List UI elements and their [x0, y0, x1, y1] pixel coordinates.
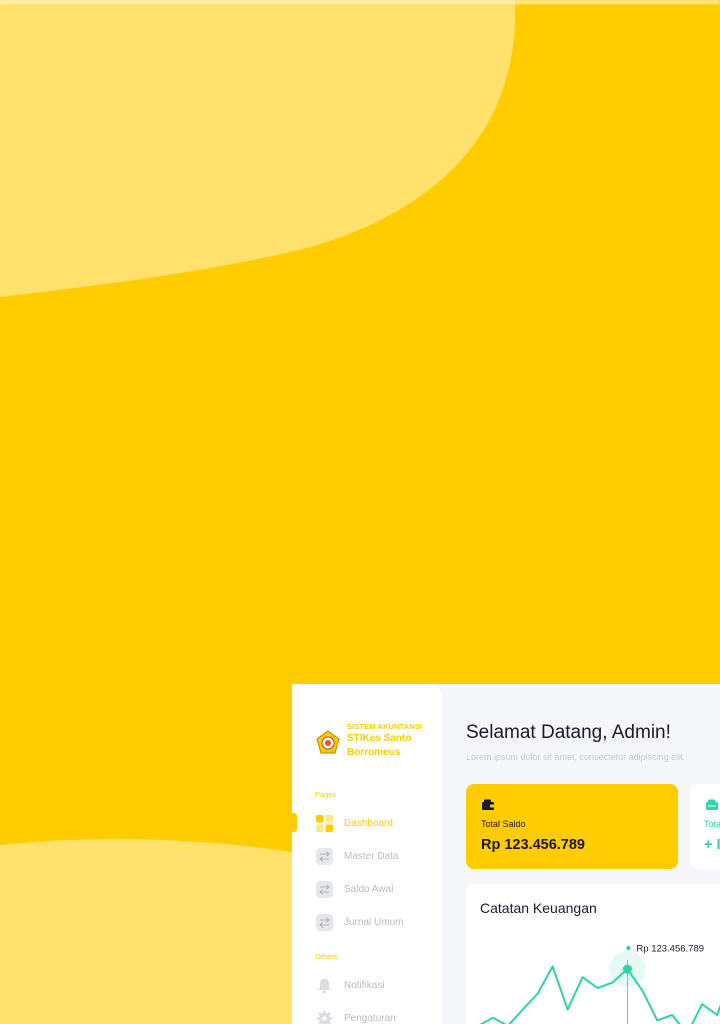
card-value: + I: [704, 837, 720, 853]
card-label: Tota: [704, 819, 720, 829]
sidebar-item-label: Pengaturan: [344, 1012, 396, 1024]
sidebar-item-label: Notifikasi: [344, 979, 385, 991]
card-label: Total Saldo: [481, 819, 526, 829]
cash-icon: [706, 799, 718, 810]
brand-subtitle: SISTEM AKUNTANSI: [347, 722, 422, 731]
brand-name: STIKes Santo Borromeus: [347, 733, 412, 758]
section-label-pages: Pages: [315, 790, 337, 799]
sidebar: SISTEM AKUNTANSI STIKes Santo Borromeus …: [292, 684, 442, 1024]
chart-title: Catatan Keuangan: [480, 900, 597, 916]
sidebar-item-saldo-awal[interactable]: Saldo Awal: [316, 879, 436, 899]
sidebar-item-label: Jurnal Umum: [344, 916, 404, 928]
transfer-icon: [316, 880, 333, 898]
catatan-keuangan-chart-card: Catatan Keuangan Rp 123.456.789: [466, 884, 720, 1024]
background-blob-bottom: [0, 839, 292, 1024]
data-point[interactable]: [622, 964, 632, 974]
sidebar-item-label: Dashboard: [344, 817, 393, 829]
transfer-icon: [316, 847, 333, 865]
dashboard-icon: [316, 814, 333, 832]
page-title: Selamat Datang, Admin!: [466, 722, 671, 743]
main-content: Selamat Datang, Admin! Lorem ipsum dolor…: [442, 684, 720, 1024]
transfer-icon: [316, 913, 333, 931]
line-chart: Rp 123.456.789: [479, 944, 720, 1024]
sidebar-item-dashboard[interactable]: Dashboard: [316, 813, 436, 833]
sidebar-item-notifikasi[interactable]: Notifikasi: [316, 975, 436, 995]
sidebar-item-master-data[interactable]: Master Data: [316, 846, 436, 866]
chart-tooltip-label: Rp 123.456.789: [636, 944, 704, 955]
sidebar-item-pengaturan[interactable]: Pengaturan: [316, 1008, 436, 1024]
background-blob-top: [0, 0, 516, 297]
bell-icon: [318, 978, 331, 993]
tooltip-dot: [626, 945, 631, 951]
card-value: Rp 123.456.789: [481, 837, 585, 853]
wallet-icon: [482, 799, 494, 810]
stikes-logo-icon: [316, 730, 340, 754]
sidebar-item-label: Master Data: [344, 850, 399, 862]
active-indicator: [292, 813, 297, 832]
total-saldo-card[interactable]: Total Saldo Rp 123.456.789: [466, 784, 678, 869]
dashboard-preview: SISTEM AKUNTANSI STIKes Santo Borromeus …: [292, 684, 720, 1024]
series-line: [479, 965, 720, 1024]
sidebar-item-label: Saldo Awal: [344, 883, 394, 895]
summary-card[interactable]: Tota + I: [690, 784, 720, 869]
section-label-others: Others: [315, 952, 338, 961]
page-subtitle: Lorem ipsum dolor sit amet, consectetur …: [466, 752, 686, 762]
sidebar-item-jurnal-umum[interactable]: Jurnal Umum: [316, 912, 436, 932]
gear-icon: [316, 1010, 333, 1024]
